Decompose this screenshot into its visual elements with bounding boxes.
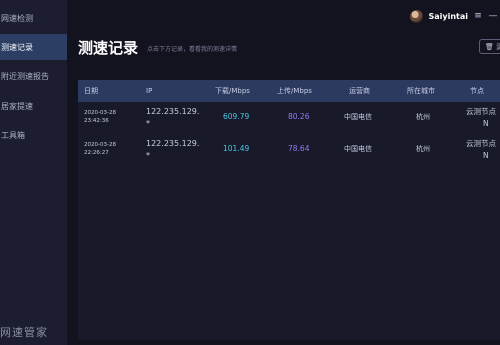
app-logo: 网速管家 (0, 326, 48, 339)
row-node-suffix: N (483, 119, 489, 128)
row-ip: 122.235.129. (146, 139, 200, 148)
row-download: 101.49 (223, 144, 250, 153)
row-city: 杭州 (416, 145, 430, 153)
table-row[interactable]: 2020-03-28 23:42:36 122.235.129. * 609.7… (78, 106, 500, 136)
clear-records-button[interactable]: 🗑 清 (479, 39, 500, 54)
column-header-download: 下载/Mbps (215, 87, 250, 95)
username[interactable]: Saiyintai (428, 12, 468, 21)
sidebar: 网速检测 测速记录 附近测速报告 居家提速 工具箱 网速管家 (0, 0, 67, 345)
row-city: 杭州 (416, 113, 430, 121)
table-header: 日期 IP 下载/Mbps 上传/Mbps 运营商 所在城市 节点 (78, 80, 500, 102)
sidebar-item-label: 居家提速 (1, 101, 33, 111)
sidebar-item-speed-test[interactable]: 网速检测 (0, 5, 67, 31)
row-node: 云测节点 (466, 107, 496, 116)
sidebar-item-label: 工具箱 (1, 130, 25, 140)
column-header-isp: 运营商 (349, 87, 370, 95)
menu-icon[interactable]: ≡ (473, 11, 483, 21)
row-upload: 78.64 (288, 144, 310, 153)
user-bar: Saiyintai ≡ — (410, 8, 500, 24)
row-isp: 中国电信 (344, 145, 372, 153)
sidebar-item-label: 测速记录 (1, 42, 33, 52)
page-title: 测速记录 (78, 39, 139, 57)
row-ip-suffix: * (146, 119, 150, 128)
column-header-upload: 上传/Mbps (277, 87, 312, 95)
row-node: 云测节点 (466, 139, 496, 148)
avatar[interactable] (410, 9, 424, 23)
sidebar-item-nearby-report[interactable]: 附近测速报告 (0, 63, 67, 89)
table-row[interactable]: 2020-03-28 22:26:27 122.235.129. * 101.4… (78, 138, 500, 168)
sidebar-item-label: 附近测速报告 (1, 71, 49, 81)
row-time: 22:26:27 (84, 150, 109, 156)
row-node-suffix: N (483, 151, 489, 160)
column-header-city: 所在城市 (407, 87, 435, 95)
column-header-node: 节点 (470, 87, 484, 95)
sidebar-item-home-boost[interactable]: 居家提速 (0, 93, 67, 119)
column-header-date: 日期 (84, 87, 98, 95)
row-download: 609.79 (223, 112, 250, 121)
page-hint: 点击下方记录，看看我的测速详情 (147, 46, 238, 53)
row-upload: 80.26 (288, 112, 310, 121)
clear-button-label: 🗑 清 (485, 42, 500, 51)
sidebar-item-speed-records[interactable]: 测速记录 (0, 34, 67, 60)
records-table: 日期 IP 下载/Mbps 上传/Mbps 运营商 所在城市 节点 2020-0… (78, 80, 500, 340)
minimize-icon[interactable]: — (488, 11, 498, 21)
row-ip-suffix: * (146, 151, 150, 160)
sidebar-item-label: 网速检测 (1, 13, 33, 23)
sidebar-item-toolbox[interactable]: 工具箱 (0, 122, 67, 148)
row-date: 2020-03-28 (84, 142, 116, 148)
row-ip: 122.235.129. (146, 107, 200, 116)
row-time: 23:42:36 (84, 118, 109, 124)
main-area: Saiyintai ≡ — 测速记录 点击下方记录，看看我的测速详情 🗑 清 日… (67, 0, 500, 345)
row-isp: 中国电信 (344, 113, 372, 121)
row-date: 2020-03-28 (84, 110, 116, 116)
column-header-ip: IP (146, 87, 153, 95)
